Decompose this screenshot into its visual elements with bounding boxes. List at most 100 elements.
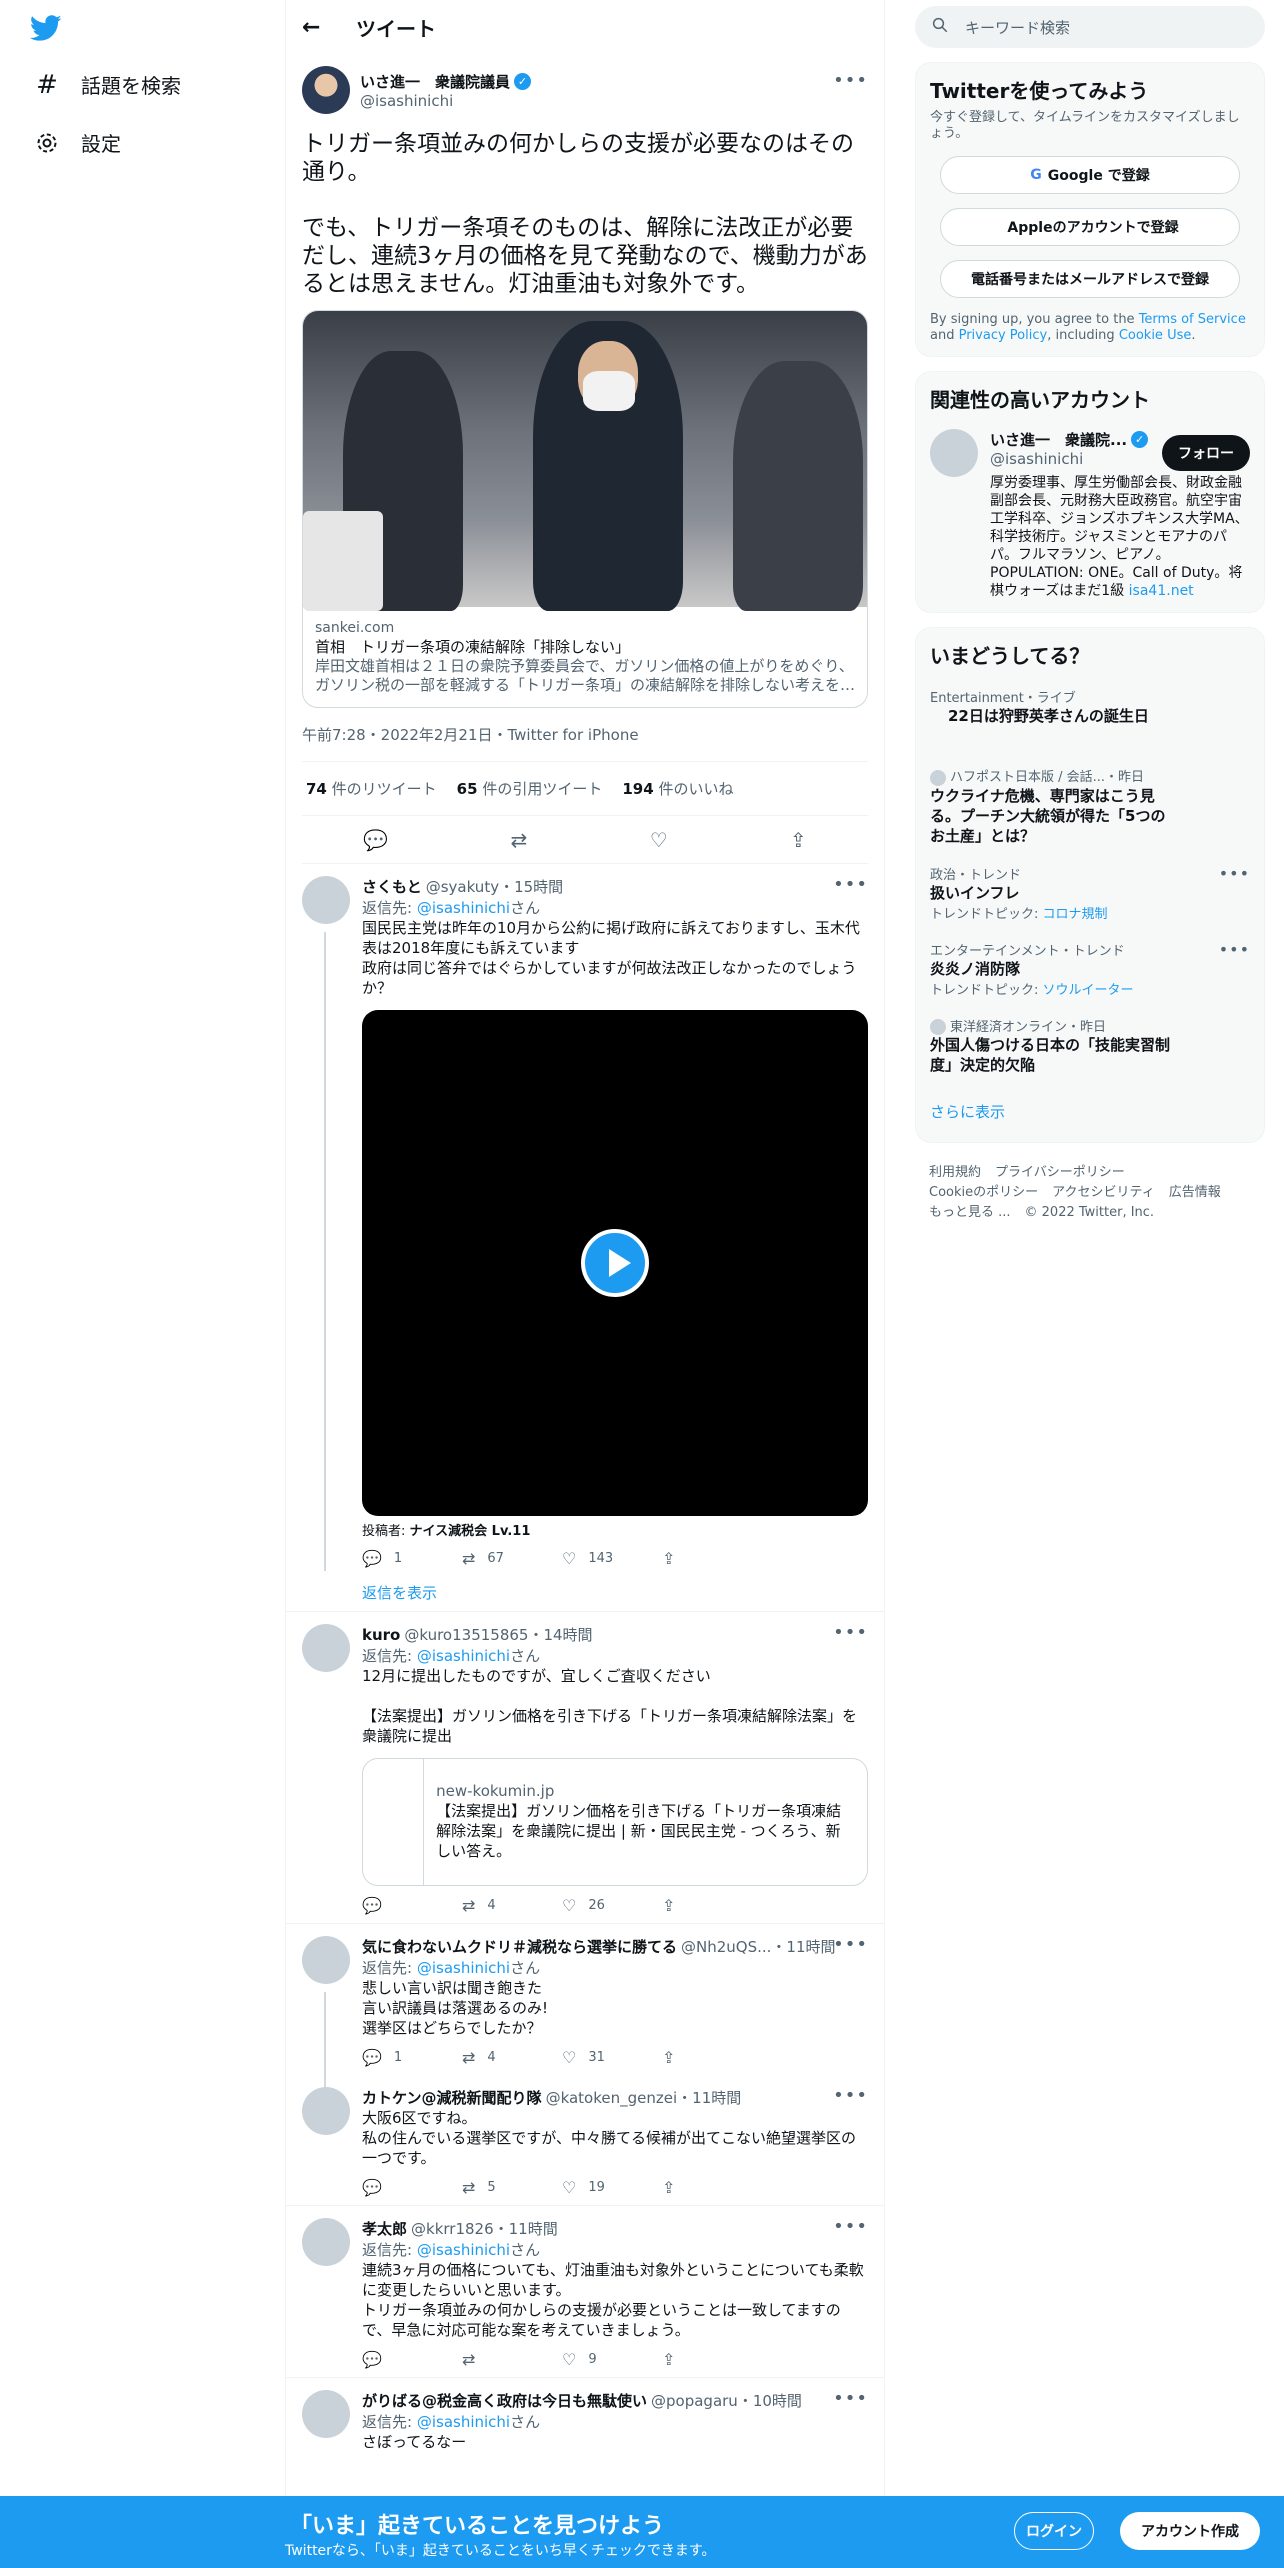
signup-button[interactable]: アカウント作成 [1120, 2512, 1260, 2550]
reply-author-name[interactable]: kuro [362, 1626, 400, 1644]
avatar[interactable] [302, 2390, 350, 2438]
like-button[interactable]: ♡ 31 [562, 2048, 662, 2067]
account-card[interactable]: いさ進一 衆議院... ✓ @isashinichi 厚労委理事、厚生労働部会長、… [930, 429, 1250, 600]
reply-button[interactable]: 💬 [362, 2178, 462, 2197]
quote-count[interactable]: 65 件の引用ツイート [457, 778, 603, 799]
trend-item[interactable]: 政治・トレンド 扱いインフレ トレンドトピック: コロナ規制 ••• [930, 864, 1250, 922]
share-button[interactable]: ⇪ [662, 1549, 762, 1568]
privacy-link[interactable]: プライバシーポリシー [995, 1165, 1125, 1180]
show-more-link[interactable]: さらに表示 [930, 1101, 1250, 1122]
more-options-icon[interactable]: ••• [1219, 864, 1250, 883]
like-button[interactable]: ♡ 26 [562, 1896, 662, 1915]
avatar[interactable] [930, 429, 978, 477]
retweet-icon[interactable]: ⇄ [511, 828, 528, 852]
reply-tweet[interactable]: 気に食わないムクドリ＃減税なら選挙に勝てる @Nh2uQS...・11時間 ••• … [286, 1924, 884, 2095]
reply-tweet[interactable]: 孝太郎 @kkrr1826・11時間 ••• 返信先: @isashinichiさん… [286, 2206, 884, 2378]
privacy-link[interactable]: Privacy Policy [959, 328, 1048, 343]
like-button[interactable]: ♡ 143 [562, 1549, 662, 1568]
avatar[interactable] [302, 2218, 350, 2266]
reply-author-handle[interactable]: @kkrr1826・11時間 [411, 2218, 558, 2239]
avatar[interactable] [302, 876, 350, 924]
reply-tweet[interactable]: がりばる@税金高く政府は今日も無駄使い @popagaru・10時間 ••• 返信先… [286, 2378, 884, 2460]
retweet-count[interactable]: 74 件のリツイート [306, 778, 437, 799]
reply-to-link[interactable]: @isashinichi [417, 2413, 510, 2431]
terms-link[interactable]: Terms of Service [1139, 312, 1246, 327]
more-options-icon[interactable]: ••• [833, 70, 868, 91]
reply-author-name[interactable]: 気に食わないムクドリ＃減税なら選挙に勝てる [362, 1936, 677, 1957]
reply-tweet[interactable]: カトケン@減税新聞配り隊 @katoken_genzei・11時間 ••• 大阪6区… [286, 2075, 884, 2206]
more-options-icon[interactable]: ••• [833, 1934, 868, 1955]
reply-author-name[interactable]: さくもと [362, 876, 422, 897]
account-name[interactable]: いさ進一 衆議院... [990, 429, 1127, 450]
reply-author-handle[interactable]: @syakuty・15時間 [426, 876, 563, 897]
google-signup-button[interactable]: G Google で登録 [940, 156, 1240, 194]
more-options-icon[interactable]: ••• [833, 874, 868, 895]
reply-author-handle[interactable]: @kuro13515865・14時間 [404, 1624, 592, 1645]
like-button[interactable]: ♡ 19 [562, 2178, 662, 2197]
retweet-button[interactable]: ⇄ 4 [462, 2048, 562, 2067]
retweet-button[interactable]: ⇄ 4 [462, 1896, 562, 1915]
reply-to-link[interactable]: @isashinichi [417, 899, 510, 917]
reply-to-link[interactable]: @isashinichi [417, 2241, 510, 2259]
reply-icon[interactable]: 💬 [363, 828, 388, 852]
play-button-icon[interactable] [581, 1229, 649, 1297]
reply-to-link[interactable]: @isashinichi [417, 1959, 510, 1977]
like-button[interactable]: ♡ 9 [562, 2350, 662, 2369]
cookie-link[interactable]: Cookie Use [1119, 328, 1192, 343]
more-options-icon[interactable]: ••• [833, 1622, 868, 1643]
show-replies-link[interactable]: 返信を表示 [362, 1582, 868, 1603]
reply-button[interactable]: 💬 1 [362, 2048, 462, 2067]
share-button[interactable]: ⇪ [662, 2178, 762, 2197]
reply-author-name[interactable]: カトケン@減税新聞配り隊 [362, 2087, 542, 2108]
ads-info-link[interactable]: 広告情報 [1169, 1185, 1221, 1200]
trend-item[interactable]: ハフポスト日本版 / 会話...・昨日 ウクライナ危機、専門家はこう見る。プーチ… [930, 766, 1250, 846]
nav-explore[interactable]: # 話題を検索 [33, 70, 181, 100]
login-button[interactable]: ログイン [1014, 2512, 1094, 2550]
author-handle[interactable]: @isashinichi [360, 92, 531, 110]
reply-to-link[interactable]: @isashinichi [417, 1647, 510, 1665]
bio-link[interactable]: isa41.net [1129, 583, 1194, 599]
avatar[interactable] [302, 1624, 350, 1672]
follow-button[interactable]: フォロー [1162, 435, 1250, 471]
reply-button[interactable]: 💬 1 [362, 1549, 462, 1568]
twitter-logo-icon[interactable] [29, 12, 66, 48]
avatar[interactable] [302, 2087, 350, 2135]
trend-item[interactable]: エンターテインメント・トレンド 炎炎ノ消防隊 トレンドトピック: ソウルイーター… [930, 940, 1250, 998]
author-name[interactable]: いさ進一 衆議院議員 [360, 71, 510, 92]
terms-link[interactable]: 利用規約 [929, 1165, 981, 1180]
cookie-policy-link[interactable]: Cookieのポリシー [929, 1185, 1038, 1200]
link-card[interactable]: new-kokumin.jp 【法案提出】ガソリン価格を引き下げる「トリガー条項… [362, 1758, 868, 1886]
phone-signup-button[interactable]: 電話番号またはメールアドレスで登録 [940, 260, 1240, 298]
search-input[interactable]: キーワード検索 [915, 6, 1265, 48]
share-icon[interactable]: ⇪ [790, 828, 807, 852]
back-arrow-icon[interactable]: ← [302, 15, 332, 40]
trend-item[interactable]: 東洋経済オンライン・昨日 外国人傷つける日本の「技能実習制度」決定的欠陥 [930, 1016, 1250, 1076]
more-options-icon[interactable]: ••• [833, 2216, 868, 2237]
share-button[interactable]: ⇪ [662, 2048, 762, 2067]
reply-author-handle[interactable]: @Nh2uQS...・11時間 [681, 1936, 836, 1957]
avatar[interactable] [302, 66, 350, 114]
nav-settings[interactable]: 設定 [33, 128, 121, 157]
reply-tweet[interactable]: kuro @kuro13515865・14時間 ••• 返信先: @isashini… [286, 1612, 884, 1924]
reply-button[interactable]: 💬 [362, 2350, 462, 2369]
more-options-icon[interactable]: ••• [1219, 940, 1250, 959]
retweet-button[interactable]: ⇄ 5 [462, 2178, 562, 2197]
more-link[interactable]: もっと見る ... [929, 1205, 1011, 1220]
retweet-button[interactable]: ⇄ [462, 2350, 562, 2369]
share-button[interactable]: ⇪ [662, 2350, 762, 2369]
reply-author-name[interactable]: がりばる@税金高く政府は今日も無駄使い [362, 2390, 647, 2411]
like-icon[interactable]: ♡ [650, 828, 668, 852]
accessibility-link[interactable]: アクセシビリティ [1052, 1185, 1155, 1200]
link-card[interactable]: sankei.com 首相 トリガー条項の凍結解除「排除しない」 岸田文雄首相は… [302, 310, 868, 708]
more-options-icon[interactable]: ••• [833, 2388, 868, 2409]
video-player[interactable] [362, 1010, 868, 1516]
apple-signup-button[interactable]: Appleのアカウントで登録 [940, 208, 1240, 246]
reply-button[interactable]: 💬 [362, 1896, 462, 1915]
avatar[interactable] [302, 1936, 350, 1984]
share-button[interactable]: ⇪ [662, 1896, 762, 1915]
reply-author-handle[interactable]: @katoken_genzei・11時間 [546, 2087, 742, 2108]
reply-author-handle[interactable]: @popagaru・10時間 [651, 2390, 802, 2411]
retweet-button[interactable]: ⇄ 67 [462, 1549, 562, 1568]
more-options-icon[interactable]: ••• [833, 2085, 868, 2106]
reply-tweet[interactable]: さくもと @syakuty・15時間 ••• 返信先: @isashinichiさん… [286, 864, 884, 1612]
